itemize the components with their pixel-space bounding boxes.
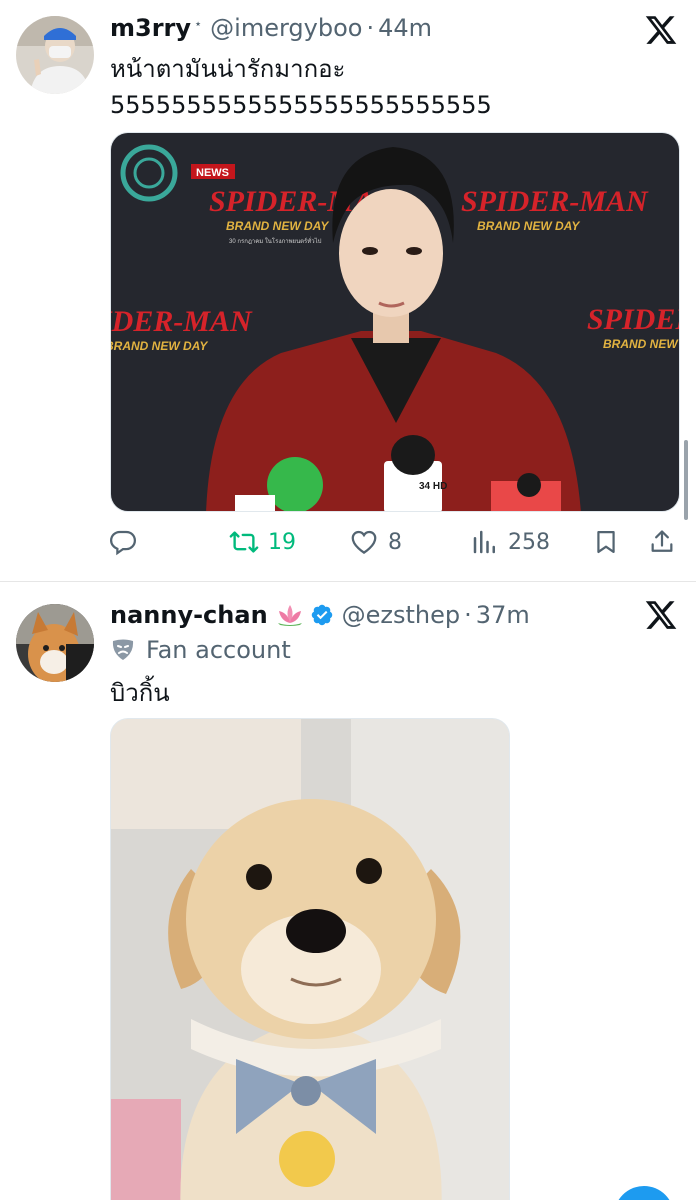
theater-mask-icon bbox=[110, 637, 136, 663]
name-symbol: ⋆ bbox=[194, 16, 203, 32]
account-label-text: Fan account bbox=[146, 636, 291, 664]
views-button[interactable]: 258 bbox=[470, 522, 550, 562]
display-name[interactable]: nanny-chan bbox=[110, 601, 268, 629]
account-label[interactable]: Fan account bbox=[110, 632, 291, 668]
backdrop-subtitle: BRAND NEW DAY bbox=[111, 339, 208, 353]
backdrop-subtitle: BRAND NEW DAY bbox=[603, 337, 680, 351]
reply-icon bbox=[108, 527, 138, 557]
tweet-text: หน้าตามันน่ารักมากอะ 5555555555555555555… bbox=[110, 51, 492, 123]
tweet-text-line: 5555555555555555555555555 bbox=[110, 91, 492, 119]
backdrop-date: 30 กรกฎาคม ในโรงภาพยนตร์ทั่วไป bbox=[229, 237, 322, 245]
separator-dot: · bbox=[366, 14, 375, 42]
backdrop-title: SPIDER-MAN bbox=[461, 185, 649, 218]
like-icon bbox=[348, 527, 380, 557]
like-count: 8 bbox=[388, 529, 402, 555]
retweet-icon bbox=[228, 527, 260, 557]
tweet-card[interactable]: nanny-chan @ezsthep · 37m Fan account บิ… bbox=[0, 582, 696, 1200]
tweet-photo[interactable] bbox=[110, 718, 510, 1200]
mic-label: 34 HD bbox=[419, 481, 447, 492]
bookmark-button[interactable] bbox=[592, 522, 620, 562]
display-name[interactable]: m3rry bbox=[110, 14, 191, 42]
reply-button[interactable] bbox=[108, 522, 146, 562]
views-count: 258 bbox=[508, 529, 550, 555]
tweet-photo[interactable]: NEWS SPIDER-MAN BRAND NEW DAY 30 กรกฎาคม… bbox=[110, 132, 680, 512]
backdrop-title: SPIDER-MAN bbox=[587, 303, 680, 336]
x-logo-icon[interactable] bbox=[644, 13, 678, 47]
share-icon bbox=[648, 527, 676, 557]
backdrop-subtitle: BRAND NEW DAY bbox=[477, 219, 580, 233]
timestamp[interactable]: 44m bbox=[378, 14, 432, 42]
retweet-count: 19 bbox=[268, 529, 296, 555]
tweet-header: nanny-chan @ezsthep · 37m bbox=[110, 597, 626, 633]
handle[interactable]: @imergyboo bbox=[210, 14, 362, 42]
lotus-emoji-icon bbox=[276, 603, 304, 627]
bookmark-icon bbox=[592, 527, 620, 557]
news-badge: NEWS bbox=[196, 167, 229, 179]
tweet-text-line: หน้าตามันน่ารักมากอะ bbox=[110, 55, 346, 83]
tweet-card[interactable]: m3rry ⋆ @imergyboo · 44m หน้าตามันน่ารัก… bbox=[0, 0, 696, 582]
like-button[interactable]: 8 bbox=[348, 522, 402, 562]
backdrop-title: SPIDER-MAN bbox=[111, 305, 253, 338]
tweet-header: m3rry ⋆ @imergyboo · 44m bbox=[110, 10, 626, 46]
avatar[interactable] bbox=[16, 16, 94, 94]
retweet-button[interactable]: 19 bbox=[228, 522, 296, 562]
tweet-text: บิวกิ้น bbox=[110, 679, 170, 707]
views-icon bbox=[470, 527, 500, 557]
verified-badge-icon[interactable] bbox=[310, 603, 334, 627]
backdrop-subtitle: BRAND NEW DAY bbox=[226, 219, 329, 233]
avatar[interactable] bbox=[16, 604, 94, 682]
x-logo-icon[interactable] bbox=[644, 598, 678, 632]
scrollbar[interactable] bbox=[684, 440, 688, 520]
separator-dot: · bbox=[464, 601, 472, 629]
tweet-actions: 19 8 258 bbox=[108, 522, 686, 562]
timestamp[interactable]: 37m bbox=[476, 601, 530, 629]
handle[interactable]: @ezsthep bbox=[342, 601, 461, 629]
share-button[interactable] bbox=[648, 522, 676, 562]
